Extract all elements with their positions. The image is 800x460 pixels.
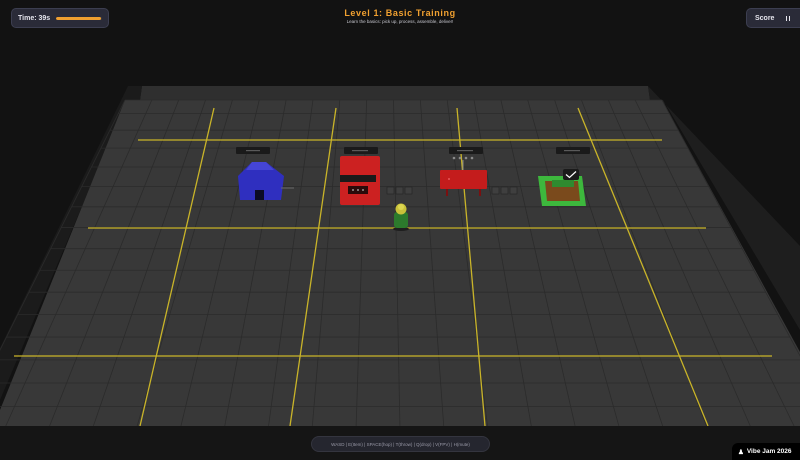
checkmark-icon xyxy=(563,169,579,180)
controls-hint: WASD | E(Item) | SPACE(hop) | T(throw) |… xyxy=(311,436,490,452)
pause-button[interactable] xyxy=(782,12,794,24)
level-subtitle: Learn the basics: pick up, process, asse… xyxy=(346,19,454,24)
game-scene xyxy=(0,86,800,460)
person-icon: ♟ xyxy=(738,448,744,456)
score-panel: Score xyxy=(746,8,800,28)
score-label: Score xyxy=(755,14,775,22)
back-wall xyxy=(140,86,650,100)
vibe-jam-label: Vibe Jam 2026 xyxy=(746,448,792,455)
assembly-table-icon xyxy=(440,170,487,189)
pause-icon xyxy=(785,15,788,21)
level-title: Level 1: Basic Training xyxy=(344,8,456,18)
vibe-jam-badge[interactable]: ♟ Vibe Jam 2026 xyxy=(732,443,800,460)
